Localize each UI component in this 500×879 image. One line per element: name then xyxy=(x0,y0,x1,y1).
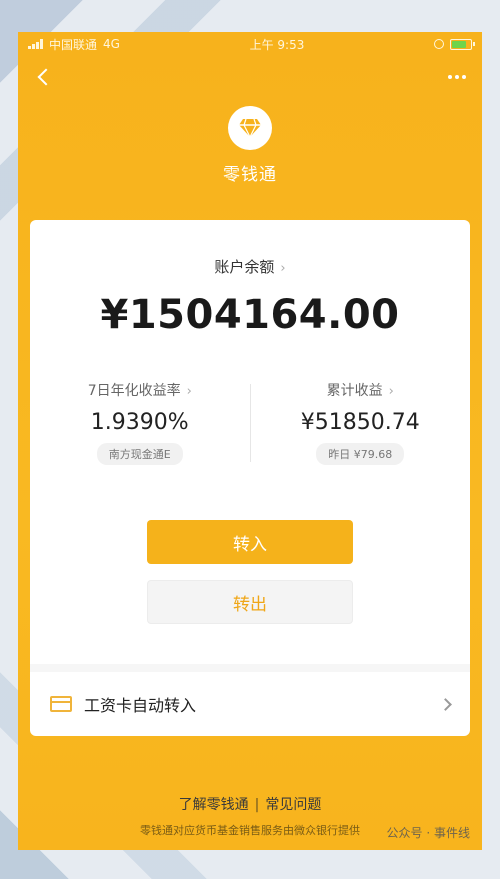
chevron-right-icon xyxy=(439,697,452,711)
phone-screen: 中国联通 4G 上午 9:53 零钱通 账户余额 › ¥1504164.00 7… xyxy=(18,32,482,850)
battery-icon xyxy=(450,38,475,50)
footer-links: 了解零钱通 | 常见问题 xyxy=(18,794,482,814)
earnings-stat[interactable]: 累计收益 › ¥51850.74 昨日 ¥79.68 xyxy=(251,380,471,470)
rotation-lock-icon xyxy=(434,39,444,49)
clock: 上午 9:53 xyxy=(249,37,305,52)
about-link[interactable]: 了解零钱通 xyxy=(179,797,249,813)
earnings-value: ¥51850.74 xyxy=(300,410,420,435)
watermark: 公众号 · 事件线 xyxy=(386,826,470,840)
network-label: 4G xyxy=(103,37,120,51)
yield-label: 7日年化收益率 xyxy=(87,383,181,399)
earnings-label: 累计收益 xyxy=(326,383,383,399)
carrier-label: 中国联通 xyxy=(49,37,98,52)
status-bar: 中国联通 4G 上午 9:53 xyxy=(18,32,482,56)
yield-value: 1.9390% xyxy=(90,410,189,435)
brand-header: 零钱通 xyxy=(18,106,482,185)
balance-label-row[interactable]: 账户余额 › xyxy=(30,256,470,277)
yesterday-tag: 昨日 ¥79.68 xyxy=(316,443,405,465)
chevron-right-icon: › xyxy=(186,384,192,399)
faq-link[interactable]: 常见问题 xyxy=(265,797,321,813)
balance-card: 账户余额 › ¥1504164.00 7日年化收益率 › 1.9390% 南方现金通… xyxy=(30,220,470,736)
chevron-right-icon: › xyxy=(280,261,286,276)
yield-stat[interactable]: 7日年化收益率 › 1.9390% 南方现金通E xyxy=(30,380,250,470)
balance-value: ¥1504164.00 xyxy=(100,292,400,338)
more-icon[interactable] xyxy=(448,75,466,79)
transfer-out-button[interactable]: 转出 xyxy=(147,580,353,624)
chevron-right-icon: › xyxy=(388,384,394,399)
link-separator: | xyxy=(254,797,260,813)
stats-row: 7日年化收益率 › 1.9390% 南方现金通E 累计收益 › ¥51850.74 … xyxy=(30,380,470,470)
signal-icon xyxy=(28,39,43,49)
salary-label: 工资卡自动转入 xyxy=(84,696,197,715)
salary-auto-transfer-row[interactable]: 工资卡自动转入 xyxy=(30,672,470,736)
page-title: 零钱通 xyxy=(223,165,277,185)
bank-card-icon xyxy=(50,696,72,712)
transfer-in-button[interactable]: 转入 xyxy=(147,520,353,564)
nav-bar xyxy=(18,56,482,98)
section-divider xyxy=(30,664,470,672)
fund-tag: 南方现金通E xyxy=(96,443,183,465)
back-icon[interactable] xyxy=(37,68,55,86)
diamond-icon xyxy=(228,106,272,150)
balance-label: 账户余额 xyxy=(214,258,275,276)
